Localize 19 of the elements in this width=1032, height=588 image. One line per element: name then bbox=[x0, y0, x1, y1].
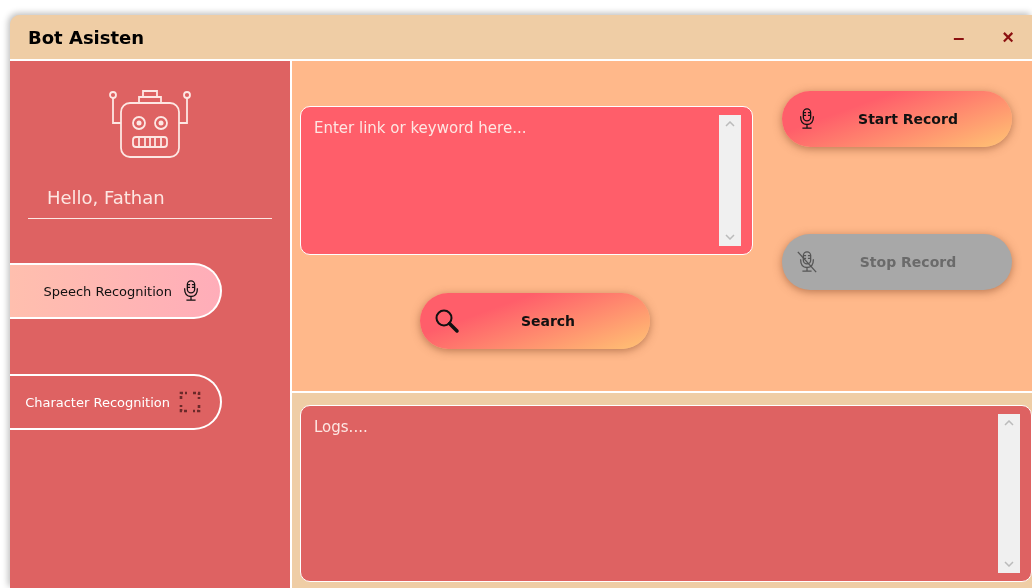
muted-microphone-icon bbox=[796, 250, 818, 274]
scroll-bar[interactable] bbox=[719, 115, 741, 246]
search-field[interactable]: Enter link or keyword here... bbox=[300, 106, 753, 255]
chevron-up-icon bbox=[1004, 420, 1014, 426]
search-icon bbox=[434, 308, 460, 334]
close-button[interactable]: × bbox=[998, 25, 1018, 49]
scan-frame-icon bbox=[178, 390, 202, 414]
greeting-text: Hello, Fathan bbox=[47, 187, 166, 208]
start-record-button[interactable]: Start Record bbox=[782, 91, 1012, 147]
sidebar-item[interactable]: Character Recognition bbox=[10, 374, 222, 430]
chevron-up-icon bbox=[725, 121, 735, 127]
chevron-down-icon bbox=[1004, 561, 1014, 567]
logs-field[interactable]: Logs.... bbox=[300, 405, 1032, 582]
scroll-bar[interactable] bbox=[998, 414, 1020, 573]
sidebar-item[interactable]: Speech Recognition bbox=[10, 263, 222, 319]
window-title: Bot Asisten bbox=[28, 26, 146, 48]
minimize-button[interactable]: – bbox=[949, 25, 969, 49]
chevron-down-icon bbox=[725, 234, 735, 240]
search-button[interactable]: Search bbox=[420, 293, 650, 349]
